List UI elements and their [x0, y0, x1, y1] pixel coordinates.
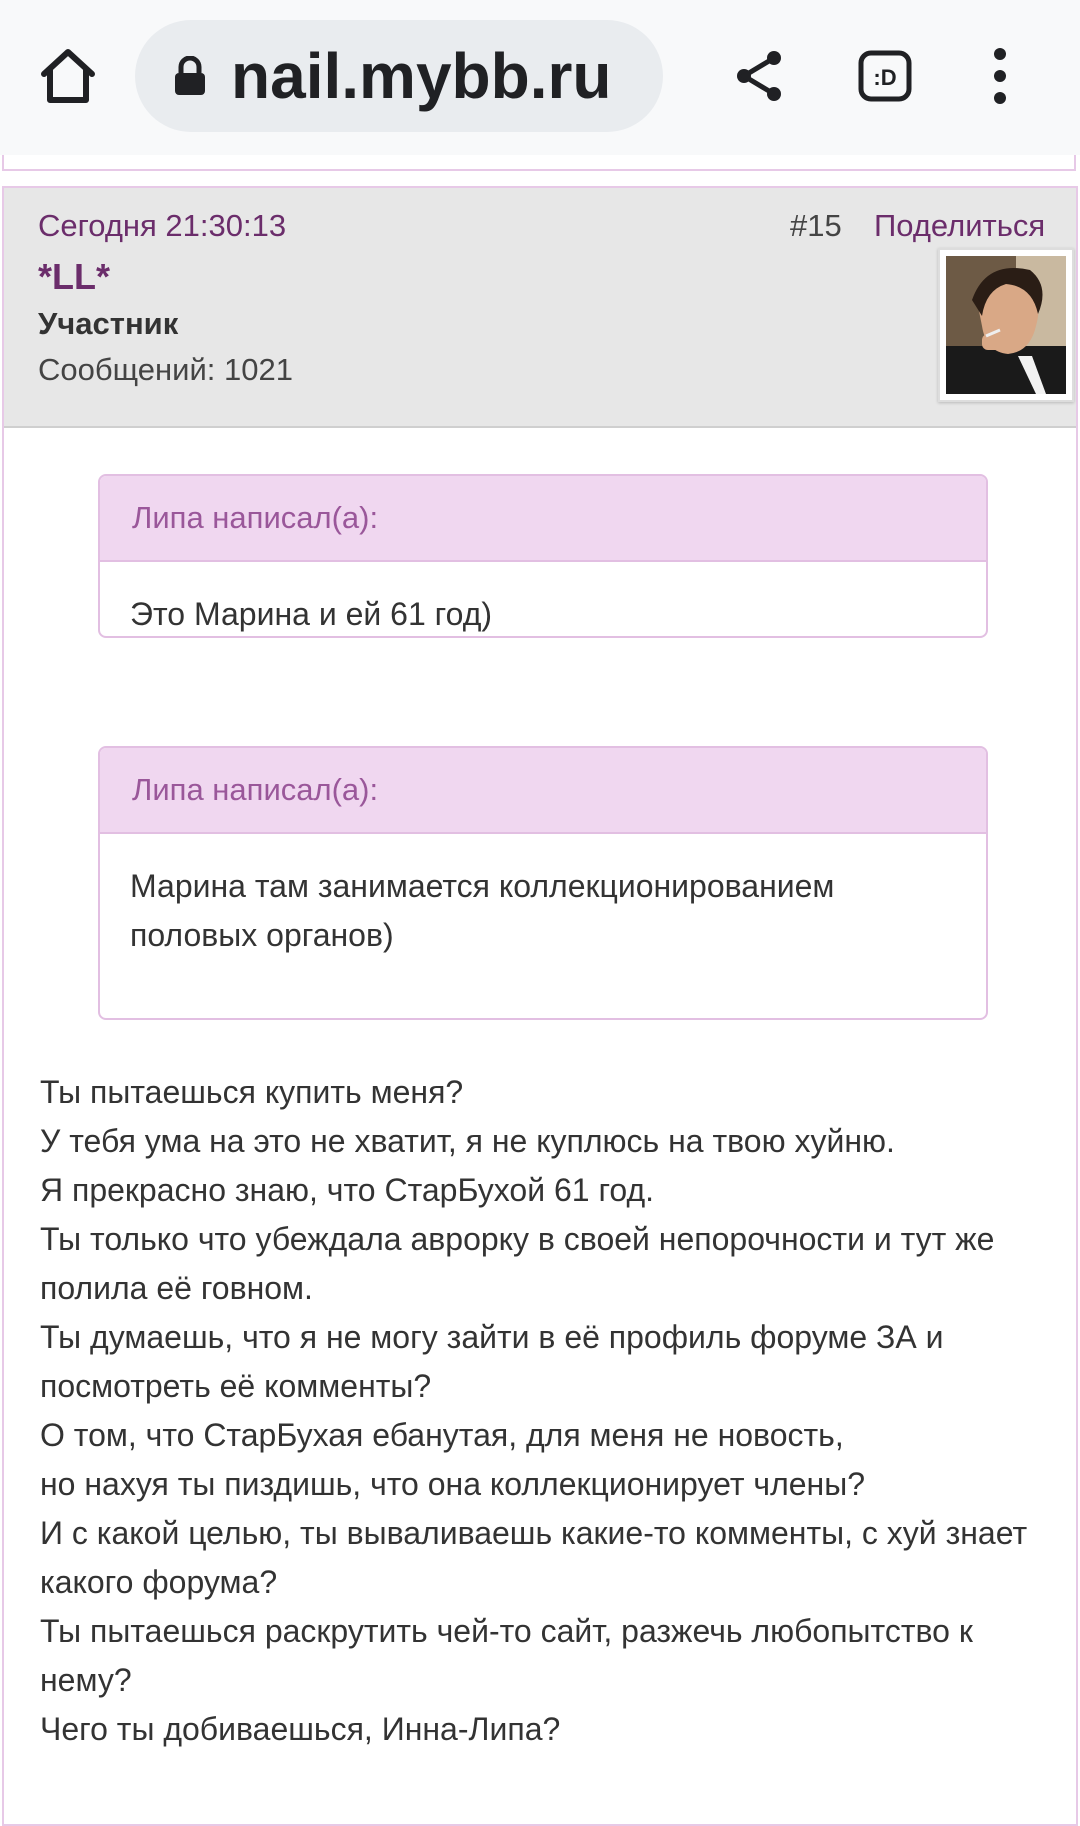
forum-post: Сегодня 21:30:13 #15 Поделиться *LL* Уча…: [2, 186, 1078, 1826]
post-line: О том, что СтарБухая ебанутая, для меня …: [40, 1417, 844, 1453]
quote-block: Липа написал(а): Марина там занимается к…: [98, 746, 988, 1020]
post-line: У тебя ума на это не хватит, я не куплюс…: [40, 1123, 895, 1159]
share-icon[interactable]: [730, 46, 790, 106]
post-line: Ты только что убеждала аврорку в своей н…: [40, 1221, 995, 1306]
post-number: #15: [790, 208, 842, 243]
quote-author: Липа написал(а):: [100, 476, 986, 562]
quote-text: Марина там занимается коллекционирование…: [130, 868, 835, 953]
url-text: nail.mybb.ru: [231, 40, 612, 112]
post-line: Я прекрасно знаю, что СтарБухой 61 год.: [40, 1172, 655, 1208]
share-post-link[interactable]: Поделиться: [874, 208, 1045, 244]
quote-block: Липа написал(а): Это Марина и ей 61 год): [98, 474, 988, 638]
post-header: Сегодня 21:30:13 #15 Поделиться *LL* Уча…: [4, 188, 1076, 428]
svg-text::D: :D: [873, 65, 896, 90]
post-timestamp[interactable]: Сегодня 21:30:13: [38, 208, 286, 244]
post-line: Ты думаешь, что я не могу зайти в её про…: [40, 1319, 944, 1404]
post-line: но нахуя ты пиздишь, что она коллекциони…: [40, 1466, 865, 1502]
post-body: Ты пытаешься купить меня? У тебя ума на …: [40, 1068, 1050, 1754]
author-message-count: Сообщений: 1021: [38, 352, 293, 387]
dx-extension-icon[interactable]: :D: [856, 46, 916, 106]
post-line: Чего ты добиваешься, Инна-Липа?: [40, 1711, 561, 1747]
avatar: [938, 248, 1074, 402]
home-icon[interactable]: [36, 44, 100, 108]
post-line: Ты пытаешься купить меня?: [40, 1074, 464, 1110]
post-line: Ты пытаешься раскрутить чей-то сайт, раз…: [40, 1613, 973, 1698]
url-bar[interactable]: nail.mybb.ru: [135, 20, 663, 132]
previous-post-edge: [2, 155, 1076, 171]
browser-toolbar: nail.mybb.ru :D: [0, 0, 1080, 155]
author-name[interactable]: *LL*: [38, 256, 110, 298]
quote-text: Это Марина и ей 61 год): [130, 596, 493, 632]
more-vert-icon[interactable]: [980, 46, 1020, 106]
post-line: И с какой целью, ты вываливаешь какие-то…: [40, 1515, 1028, 1600]
author-role: Участник: [38, 306, 179, 341]
lock-icon: [173, 55, 207, 96]
quote-author: Липа написал(а):: [100, 748, 986, 834]
